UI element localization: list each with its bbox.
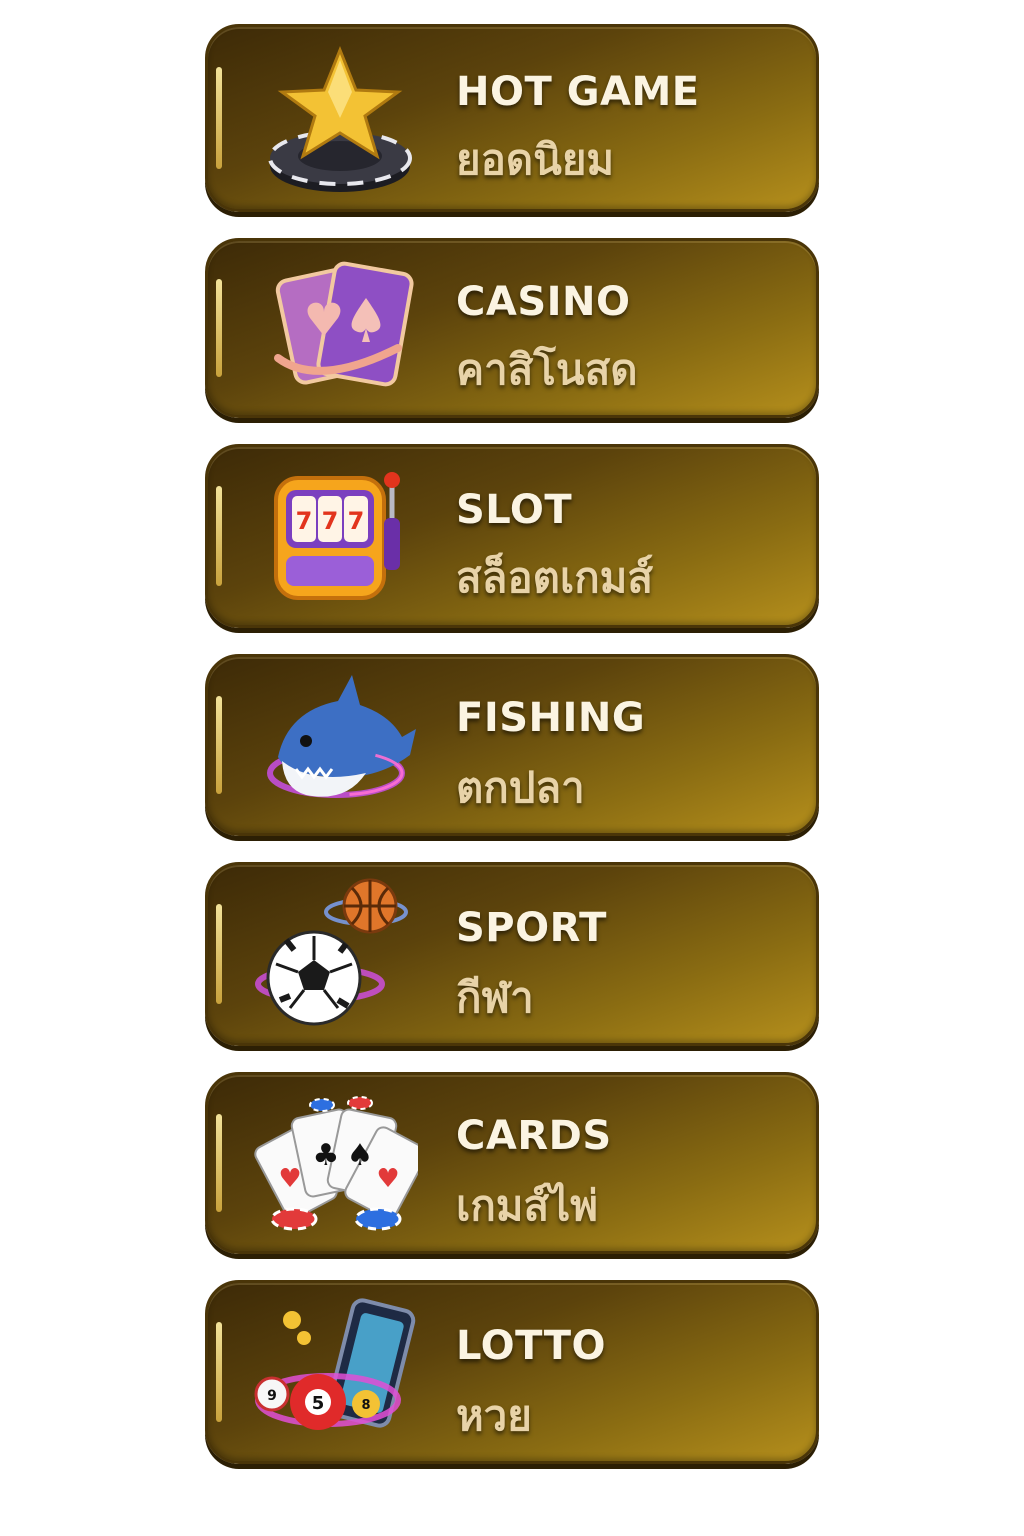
button-accent-stripe — [216, 904, 222, 1004]
button-title: CARDS — [456, 1113, 612, 1159]
button-accent-stripe — [216, 486, 222, 586]
button-subtitle: หวย — [456, 1391, 532, 1440]
cards-chips-icon: ♣ ♠ ♥ ♥ — [248, 1083, 418, 1243]
menu-button-sport[interactable]: SPORT กีฬา — [205, 862, 819, 1046]
game-category-menu: HOT GAME ยอดนิยม CASINO คาสิโนสด 7 7 7 S… — [0, 0, 1024, 1536]
menu-button-fishing[interactable]: FISHING ตกปลา — [205, 654, 819, 836]
button-accent-stripe — [216, 695, 222, 795]
menu-button-slot[interactable]: 7 7 7 SLOT สล็อตเกมส์ — [205, 444, 819, 628]
playing-cards-icon — [248, 248, 418, 408]
shark-icon — [248, 665, 418, 825]
soccer-basketball-icon — [248, 874, 418, 1034]
star-chip-icon — [248, 38, 418, 198]
button-subtitle: เกมส์ไพ่ — [456, 1181, 598, 1230]
button-subtitle: สล็อตเกมส์ — [456, 553, 653, 602]
button-accent-stripe — [216, 1113, 222, 1213]
svg-text:7: 7 — [348, 507, 365, 535]
button-subtitle: ตกปลา — [456, 763, 585, 812]
menu-button-hot-game[interactable]: HOT GAME ยอดนิยม — [205, 24, 819, 212]
button-title: FISHING — [456, 695, 646, 741]
svg-text:5: 5 — [312, 1393, 325, 1414]
button-title: CASINO — [456, 279, 631, 325]
svg-text:8: 8 — [361, 1398, 370, 1413]
button-title: LOTTO — [456, 1323, 607, 1369]
menu-button-lotto[interactable]: 5 9 8 LOTTO หวย — [205, 1280, 819, 1464]
button-title: SPORT — [456, 905, 607, 951]
svg-text:♠: ♠ — [347, 1138, 374, 1173]
svg-text:♥: ♥ — [376, 1164, 399, 1194]
svg-text:7: 7 — [296, 507, 313, 535]
svg-text:♣: ♣ — [313, 1138, 340, 1173]
svg-text:9: 9 — [267, 1388, 277, 1404]
button-subtitle: กีฬา — [456, 973, 534, 1022]
button-accent-stripe — [216, 67, 222, 169]
menu-button-casino[interactable]: CASINO คาสิโนสด — [205, 238, 819, 418]
button-title: HOT GAME — [456, 69, 700, 115]
svg-text:♥: ♥ — [278, 1164, 301, 1194]
button-accent-stripe — [216, 1322, 222, 1422]
menu-button-cards[interactable]: ♣ ♠ ♥ ♥ CARDS เกมส์ไพ่ — [205, 1072, 819, 1254]
svg-text:7: 7 — [322, 507, 339, 535]
lottery-balls-icon: 5 9 8 — [248, 1292, 418, 1452]
button-accent-stripe — [216, 279, 222, 377]
button-subtitle: ยอดนิยม — [456, 135, 615, 184]
slot-machine-icon: 7 7 7 — [248, 456, 418, 616]
button-title: SLOT — [456, 487, 573, 533]
button-subtitle: คาสิโนสด — [456, 345, 638, 394]
